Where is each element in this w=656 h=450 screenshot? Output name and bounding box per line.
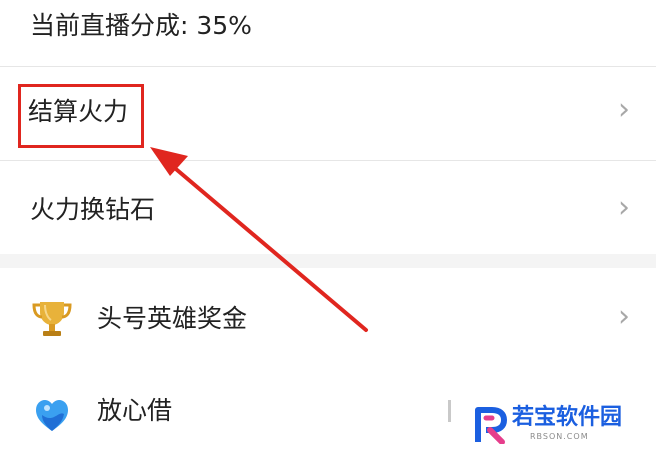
app-screen: 当前直播分成: 35% 结算火力 › 火力换钻石 › 头号英雄奖金 › 放心借 … xyxy=(0,0,656,450)
r-logo-icon xyxy=(475,407,507,444)
watermark-subtext: RBSON.COM xyxy=(530,432,589,441)
annotation-arrow xyxy=(150,147,368,332)
watermark-text: 若宝软件园 xyxy=(512,405,623,430)
watermark: 若宝软件园 RBSON.COM xyxy=(470,402,656,450)
